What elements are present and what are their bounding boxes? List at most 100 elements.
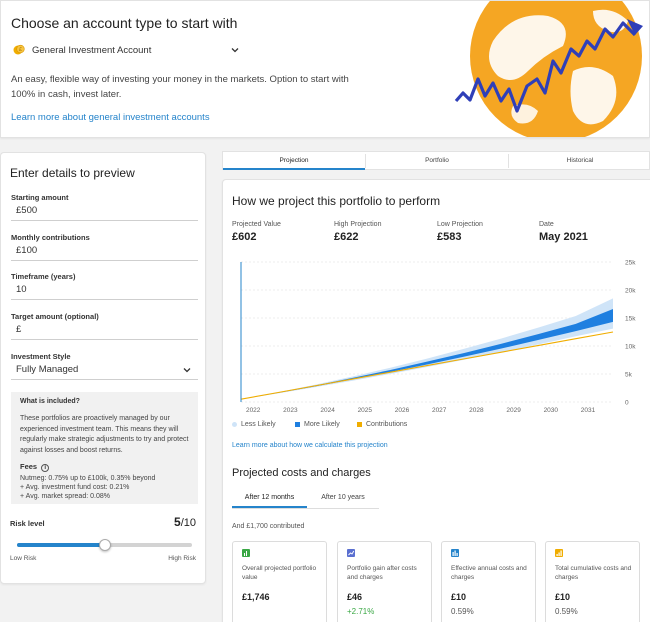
stat-label: High Projection xyxy=(334,221,382,228)
cost-card-portfolio-value: Overall projected portfolio value £1,746 xyxy=(232,541,327,622)
x-tick-label: 2024 xyxy=(320,407,335,414)
risk-value: 5 xyxy=(174,515,181,529)
account-type-dropdown[interactable]: £ General Investment Account xyxy=(11,43,244,59)
stat-low-projection: Low Projection £583 xyxy=(437,221,483,243)
investment-style-label: Investment Style xyxy=(11,352,71,361)
x-tick-label: 2028 xyxy=(469,407,484,414)
starting-amount-input[interactable]: £500 xyxy=(11,203,198,221)
cost-card-title: Effective annual costs and charges xyxy=(451,565,527,581)
stat-value: £622 xyxy=(334,231,359,243)
tab-after-10-years[interactable]: After 10 years xyxy=(307,494,379,508)
fees-heading: Fees i xyxy=(20,462,189,472)
cost-card-percent: 0.59% xyxy=(451,607,474,616)
tab-portfolio[interactable]: Portfolio xyxy=(366,152,508,170)
legend-swatch xyxy=(232,421,237,427)
period-tabs-divider xyxy=(232,508,379,509)
x-tick-label: 2030 xyxy=(544,407,559,414)
contributions-line xyxy=(240,331,614,400)
tab-projection[interactable]: Projection xyxy=(223,152,365,170)
legend-swatch xyxy=(295,421,300,427)
projection-title: How we project this portfolio to perform xyxy=(232,194,441,208)
stat-value: £602 xyxy=(232,231,257,243)
y-tick-label: 15k xyxy=(625,316,636,323)
account-description: An easy, flexible way of investing your … xyxy=(11,74,349,100)
y-tick-label: 25k xyxy=(625,260,636,267)
cost-card-total-cumulative: Total cumulative costs and charges £10 0… xyxy=(545,541,640,622)
globe-growth-illustration xyxy=(454,1,643,137)
info-body: These portfolios are proactively managed… xyxy=(20,415,189,454)
projection-chart: 0 5k 10k 15k 20k 25k 2022 2023 2024 2025 2026 2027 2… xyxy=(240,260,636,414)
fee-line: + Avg. investment fund cost: 0.21% xyxy=(20,484,130,491)
target-amount-input[interactable]: £ xyxy=(11,322,198,340)
details-form-panel: Enter details to preview Starting amount… xyxy=(0,152,206,584)
legend-label: More Likely xyxy=(304,421,340,428)
info-icon[interactable]: i xyxy=(41,464,50,472)
projection-panel: How we project this portfolio to perform… xyxy=(222,179,650,622)
cost-card-value: £46 xyxy=(347,592,363,602)
account-type-title: Choose an account type to start with xyxy=(11,15,238,31)
target-amount-label: Target amount (optional) xyxy=(11,312,99,321)
x-tick-label: 2022 xyxy=(246,407,261,414)
info-title: What is included? xyxy=(20,398,80,405)
details-form-title: Enter details to preview xyxy=(10,166,135,180)
chevron-down-icon xyxy=(183,368,191,373)
stat-label: Date xyxy=(539,221,554,228)
legend-label: Less Likely xyxy=(241,421,276,428)
cost-card-percent: +2.71% xyxy=(347,607,375,616)
fees-title: Fees xyxy=(20,462,38,471)
risk-slider[interactable] xyxy=(17,539,192,551)
investment-style-dropdown[interactable]: Fully Managed xyxy=(11,362,198,380)
cost-card-value: £10 xyxy=(451,592,467,602)
legend-contributions: Contributions xyxy=(357,421,407,428)
tab-after-12-months[interactable]: After 12 months xyxy=(232,494,307,508)
learn-more-projection-link[interactable]: Learn more about how we calculate this p… xyxy=(232,442,388,449)
x-tick-label: 2027 xyxy=(432,407,447,414)
stat-projected-value: Projected Value £602 xyxy=(232,221,281,243)
stat-date: Date May 2021 xyxy=(539,221,588,243)
starting-amount-label: Starting amount xyxy=(11,193,69,202)
account-type-selected: General Investment Account xyxy=(32,45,152,56)
stat-value: May 2021 xyxy=(539,231,588,243)
cost-card-title: Portfolio gain after costs and charges xyxy=(347,565,417,581)
cost-card-title: Total cumulative costs and charges xyxy=(555,565,632,581)
legend-less-likely: Less Likely xyxy=(232,421,276,428)
cost-card-effective-annual: Effective annual costs and charges £10 0… xyxy=(441,541,536,622)
high-risk-label: High Risk xyxy=(168,555,196,562)
x-tick-label: 2031 xyxy=(581,407,596,414)
cost-card-portfolio-gain: Portfolio gain after costs and charges £… xyxy=(337,541,432,622)
svg-text:£: £ xyxy=(19,47,22,53)
less-likely-band xyxy=(241,298,613,400)
chevron-down-icon xyxy=(231,48,239,53)
stat-label: Projected Value xyxy=(232,221,281,228)
contributed-note: And £1,700 contributed xyxy=(232,523,305,530)
x-tick-label: 2026 xyxy=(395,407,410,414)
learn-more-accounts-link[interactable]: Learn more about general investment acco… xyxy=(11,112,210,123)
bar-chart-icon xyxy=(242,549,250,557)
style-info-box: What is included? These portfolios are p… xyxy=(11,392,198,504)
tab-historical[interactable]: Historical xyxy=(509,152,650,170)
stat-label: Low Projection xyxy=(437,221,483,228)
x-tick-label: 2029 xyxy=(506,407,521,414)
monthly-contributions-input[interactable]: £100 xyxy=(11,243,198,261)
timeframe-input[interactable]: 10 xyxy=(11,282,198,300)
risk-slider-handle[interactable] xyxy=(98,539,111,551)
fee-line: + Avg. market spread: 0.08% xyxy=(20,493,110,500)
x-tick-label: 2025 xyxy=(358,407,373,414)
timeframe-label: Timeframe (years) xyxy=(11,272,76,281)
cost-card-percent: 0.59% xyxy=(555,607,578,616)
y-tick-label: 20k xyxy=(625,288,636,295)
stat-high-projection: High Projection £622 xyxy=(334,221,381,243)
y-tick-label: 5k xyxy=(625,372,633,379)
cost-card-value: £10 xyxy=(555,592,571,602)
fee-line: Nutmeg: 0.75% up to £100k, 0.35% beyond xyxy=(20,475,156,482)
column-chart-icon xyxy=(451,549,459,557)
x-tick-label: 2023 xyxy=(283,407,298,414)
cumulative-chart-icon xyxy=(555,549,563,557)
low-risk-label: Low Risk xyxy=(10,555,37,562)
view-tabs: Projection Portfolio Historical xyxy=(222,151,650,170)
legend-label: Contributions xyxy=(366,421,408,428)
costs-title: Projected costs and charges xyxy=(232,467,371,479)
y-tick-label: 0 xyxy=(625,400,629,407)
cost-card-value: £1,746 xyxy=(242,592,270,602)
risk-level-value: 5/10 xyxy=(174,515,196,529)
